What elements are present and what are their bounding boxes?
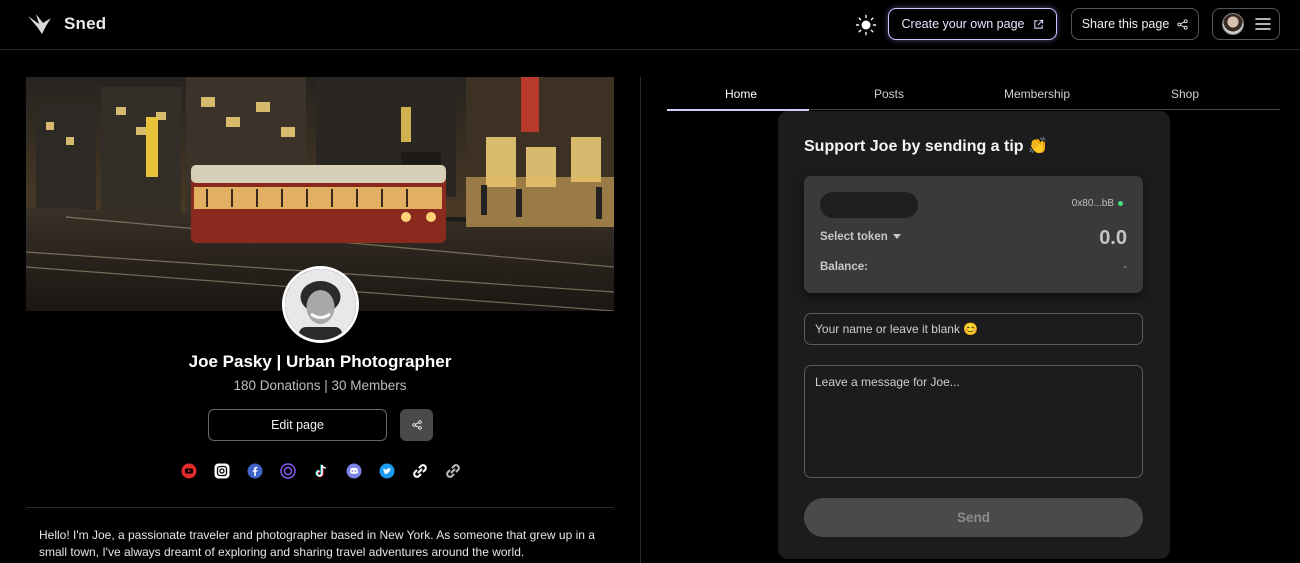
share-page-label: Share this page — [1081, 17, 1170, 31]
send-button[interactable]: Send — [804, 498, 1143, 537]
discord-icon[interactable] — [345, 462, 362, 479]
section-divider — [26, 507, 614, 508]
balance-label: Balance: — [820, 261, 868, 273]
create-page-label: Create your own page — [901, 17, 1025, 31]
connected-status-dot — [1118, 201, 1123, 206]
user-menu-button[interactable] — [1212, 8, 1280, 40]
profile-share-button[interactable] — [400, 409, 433, 441]
social-links — [180, 462, 461, 479]
profile-avatar — [282, 266, 359, 343]
twitch-icon[interactable] — [279, 462, 296, 479]
tab-home[interactable]: Home — [667, 82, 815, 111]
caret-down-icon — [892, 234, 901, 239]
tab-shop[interactable]: Shop — [1111, 82, 1259, 109]
tab-membership[interactable]: Membership — [963, 82, 1111, 109]
create-page-button[interactable]: Create your own page — [888, 8, 1057, 40]
name-input[interactable] — [804, 313, 1143, 345]
hamburger-menu-icon — [1255, 18, 1271, 30]
link-icon[interactable] — [411, 462, 428, 479]
instagram-icon[interactable] — [213, 462, 230, 479]
external-link-icon — [1033, 19, 1043, 29]
wallet-connect-pill[interactable] — [820, 192, 918, 218]
wallet-address: 0x80...bB — [1072, 198, 1123, 209]
edit-page-label: Edit page — [271, 418, 324, 432]
profile-stats: 180 Donations | 30 Members — [233, 378, 407, 393]
tab-posts[interactable]: Posts — [815, 82, 963, 109]
wallet-address-text: 0x80...bB — [1071, 198, 1114, 209]
logo[interactable]: Sned — [26, 10, 106, 38]
share-icon — [411, 420, 422, 430]
youtube-icon[interactable] — [180, 462, 197, 479]
profile-bio: Hello! I'm Joe, a passionate traveler an… — [39, 528, 595, 559]
tip-amount[interactable]: 0.0 — [1099, 227, 1127, 250]
tip-card-title: Support Joe by sending a tip 👏 — [804, 138, 1048, 155]
tip-card: Support Joe by sending a tip 👏 0x80...bB… — [778, 111, 1170, 559]
profile-name: Joe Pasky | Urban Photographer — [188, 352, 452, 371]
bird-logo-icon — [28, 14, 51, 34]
select-token-dropdown[interactable]: Select token — [820, 231, 901, 243]
message-input[interactable] — [804, 365, 1143, 478]
edit-page-button[interactable]: Edit page — [208, 409, 387, 441]
link-alt-icon[interactable] — [444, 462, 461, 479]
profile-tabs: Home Posts Membership Shop — [667, 82, 1280, 111]
token-panel: 0x80...bB Select token 0.0 Balance: - — [804, 176, 1143, 293]
share-icon — [1177, 18, 1188, 30]
twitter-icon[interactable] — [378, 462, 395, 479]
select-token-label: Select token — [820, 231, 888, 243]
facebook-icon[interactable] — [246, 462, 263, 479]
top-navigation-bar: Sned Create your own page Share this pag… — [0, 0, 1300, 50]
app-name: Sned — [64, 14, 107, 33]
balance-value: - — [1123, 261, 1127, 273]
theme-toggle-sun-icon[interactable] — [855, 14, 877, 36]
column-divider — [640, 77, 641, 563]
tiktok-icon[interactable] — [312, 462, 329, 479]
user-avatar — [1222, 13, 1244, 35]
share-page-button[interactable]: Share this page — [1071, 8, 1199, 40]
